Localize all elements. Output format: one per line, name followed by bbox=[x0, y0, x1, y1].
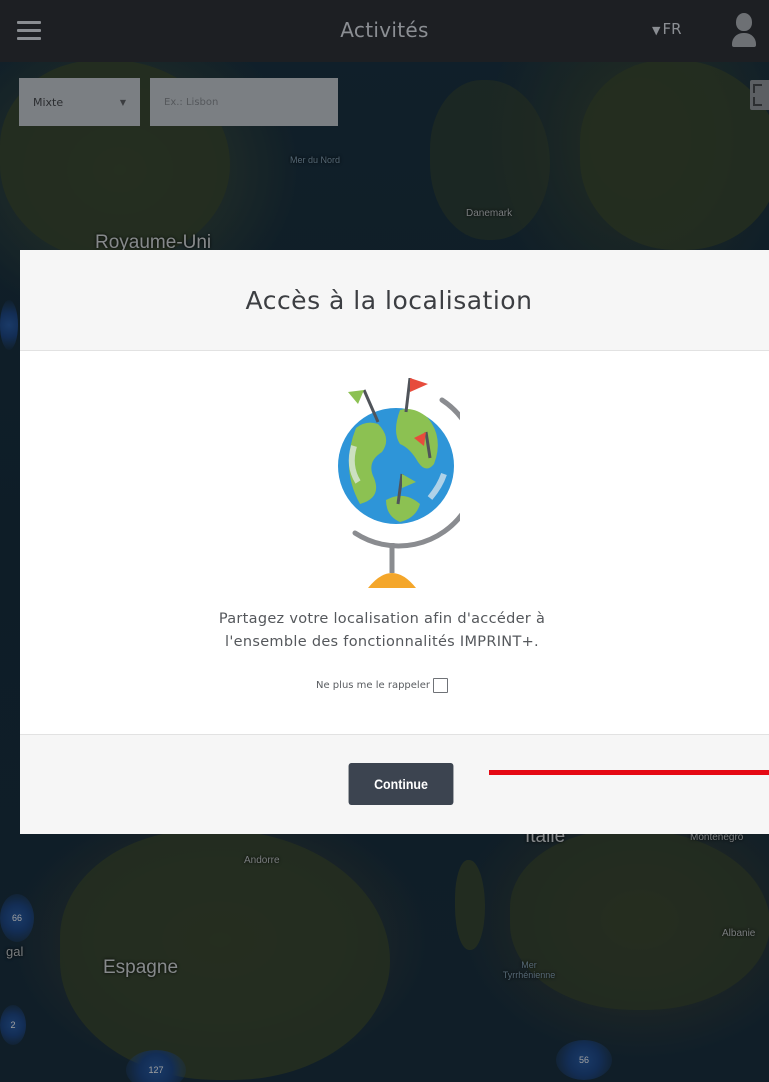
location-access-modal: Accès à la localisation Partagez votre l… bbox=[20, 250, 769, 834]
map-mode-select[interactable]: Mixte ▼ bbox=[19, 78, 140, 126]
dont-remind-label: Ne plus me le rappeler bbox=[316, 680, 430, 691]
user-avatar-icon[interactable] bbox=[731, 13, 757, 49]
modal-message: Partagez votre localisation afin d'accéd… bbox=[20, 608, 744, 654]
modal-footer: Continue bbox=[20, 734, 769, 834]
location-search-input[interactable] bbox=[162, 95, 326, 109]
modal-header: Accès à la localisation bbox=[20, 250, 769, 351]
modal-message-line: l'ensemble des fonctionnalités IMPRINT+. bbox=[225, 634, 539, 650]
dont-remind-checkbox[interactable] bbox=[432, 678, 448, 693]
globe-icon bbox=[330, 377, 481, 588]
chevron-down-icon: ▼ bbox=[119, 97, 126, 107]
location-search-box[interactable] bbox=[150, 78, 338, 126]
dont-remind-option[interactable]: Ne plus me le rappeler bbox=[20, 678, 744, 693]
language-selector[interactable]: ▼ FR bbox=[652, 20, 682, 38]
map-mode-value: Mixte bbox=[33, 95, 64, 109]
caret-down-icon: ▼ bbox=[652, 24, 661, 37]
continue-button[interactable]: Continue bbox=[348, 763, 454, 805]
modal-message-line: Partagez votre localisation afin d'accéd… bbox=[218, 611, 546, 627]
top-bar: Activités ▼ FR bbox=[0, 0, 769, 62]
language-code: FR bbox=[662, 20, 682, 38]
fullscreen-icon[interactable] bbox=[750, 80, 769, 110]
modal-title: Accès à la localisation bbox=[245, 285, 533, 315]
annotation-line bbox=[489, 770, 769, 775]
